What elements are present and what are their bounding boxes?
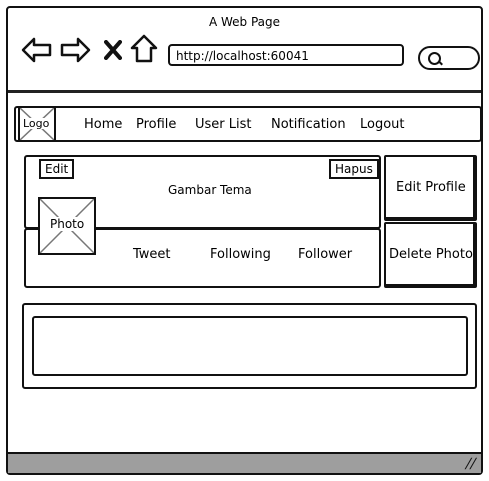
nav-item-home[interactable]: Home	[84, 118, 122, 131]
address-bar[interactable]: http://localhost:60041	[168, 44, 404, 66]
back-arrow-icon[interactable]	[21, 36, 53, 64]
window-title: A Web Page	[208, 15, 281, 29]
resize-grip-icon[interactable]: //	[463, 456, 477, 472]
edit-profile-label: Edit Profile	[396, 180, 466, 195]
hapus-button[interactable]: Hapus	[329, 159, 379, 179]
logo-label: Logo	[23, 117, 50, 130]
nav-item-profile[interactable]: Profile	[136, 118, 176, 131]
content-text-area[interactable]	[32, 316, 468, 376]
stat-following[interactable]: Following	[210, 248, 271, 261]
stat-follower[interactable]: Follower	[298, 248, 352, 261]
edit-button[interactable]: Edit	[39, 159, 75, 179]
logo-image[interactable]: Logo	[18, 106, 56, 142]
photo-label: Photo	[48, 217, 87, 231]
stat-tweet[interactable]: Tweet	[133, 248, 171, 261]
forward-arrow-icon[interactable]	[59, 36, 91, 64]
cover-label: Gambar Tema	[168, 183, 252, 197]
edit-button-label: Edit	[45, 162, 69, 176]
edit-profile-button[interactable]: Edit Profile	[384, 155, 477, 221]
delete-photo-button[interactable]: Delete Photo	[384, 222, 477, 288]
nav-item-user-list[interactable]: User List	[195, 118, 252, 131]
delete-photo-label: Delete Photo	[389, 247, 473, 262]
address-bar-url: http://localhost:60041	[176, 49, 309, 63]
home-icon[interactable]	[130, 34, 158, 64]
nav-item-notification[interactable]: Notification	[271, 118, 346, 131]
status-bar: //	[8, 452, 481, 473]
search-input[interactable]	[418, 46, 480, 70]
nav-item-logout[interactable]: Logout	[360, 118, 405, 131]
hapus-button-label: Hapus	[335, 162, 373, 176]
toolbar-divider	[8, 90, 481, 93]
stop-icon[interactable]	[104, 40, 122, 60]
search-icon	[428, 52, 441, 65]
profile-photo[interactable]: Photo	[38, 197, 96, 255]
